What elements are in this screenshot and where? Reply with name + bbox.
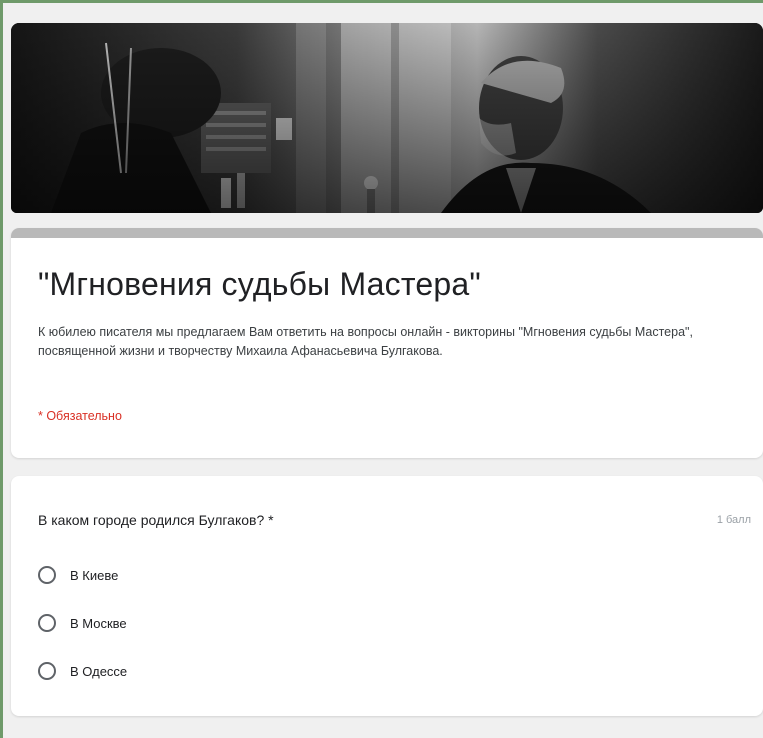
form-page: "Мгновения судьбы Мастера" К юбилею писа… — [3, 3, 763, 738]
radio-button-icon[interactable] — [38, 662, 56, 680]
option-moscow[interactable]: В Москве — [38, 612, 127, 634]
required-note: * Обязательно — [38, 409, 122, 423]
option-label: В Одессе — [70, 663, 128, 679]
radio-button-icon[interactable] — [38, 614, 56, 632]
header-image — [11, 23, 763, 213]
header-photo-graphic — [11, 23, 763, 213]
form-title: "Мгновения судьбы Мастера" — [38, 266, 481, 302]
option-label: В Киеве — [70, 567, 119, 583]
question-card: В каком городе родился Булгаков? * 1 бал… — [11, 476, 763, 716]
option-odessa[interactable]: В Одессе — [38, 660, 127, 682]
radio-button-icon[interactable] — [38, 566, 56, 584]
option-kiev[interactable]: В Киеве — [38, 564, 118, 586]
option-label: В Москве — [70, 615, 127, 631]
form-description: К юбилею писателя мы предлагаем Вам отве… — [38, 325, 693, 358]
form-header-card: "Мгновения судьбы Мастера" К юбилею писа… — [11, 228, 763, 458]
title-accent-bar — [11, 228, 763, 238]
question-points: 1 балл — [716, 514, 751, 526]
question-title: В каком городе родился Булгаков? * — [38, 512, 274, 528]
